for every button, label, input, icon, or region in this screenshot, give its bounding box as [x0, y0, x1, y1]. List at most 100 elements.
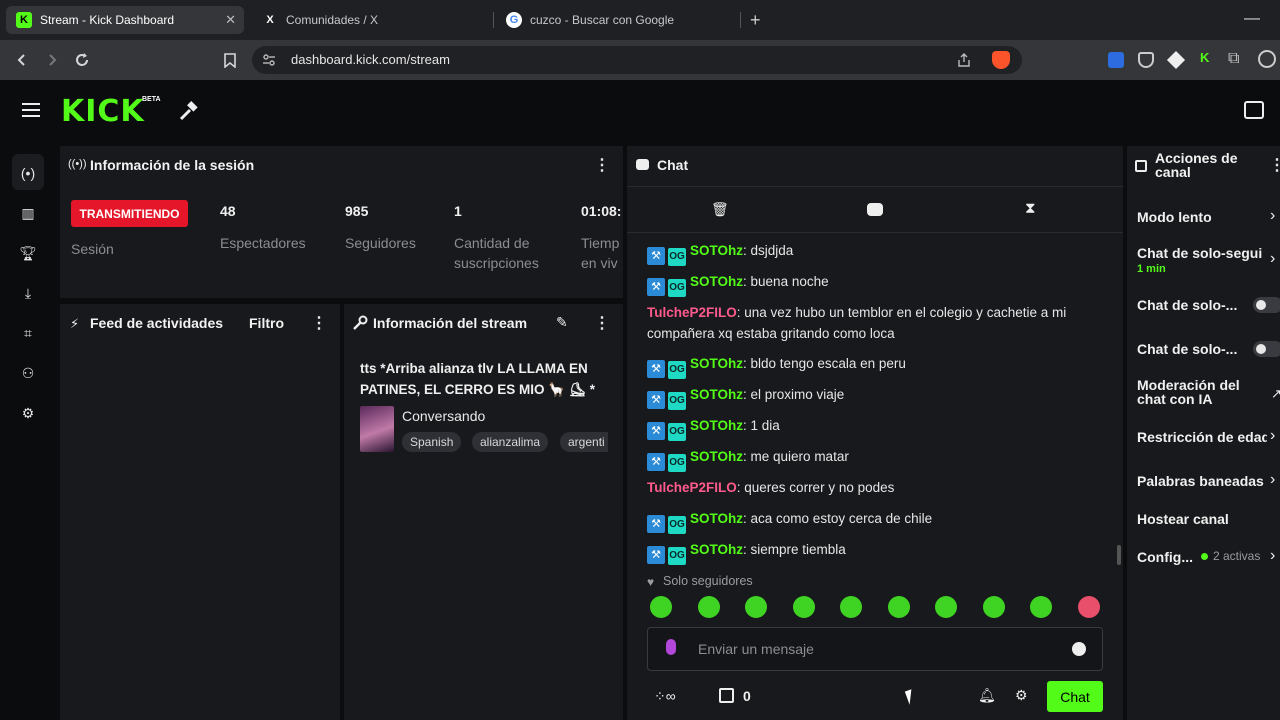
- chat-username[interactable]: SOTOhz: [690, 243, 743, 258]
- category-name[interactable]: Conversando: [402, 408, 485, 424]
- chevron-right-icon[interactable]: ›: [1270, 207, 1275, 225]
- channel-actions-title: Acciones de canal: [1155, 150, 1238, 180]
- back-arrow-icon[interactable]: [10, 48, 34, 72]
- forward-arrow-icon[interactable]: [40, 48, 64, 72]
- edit-pencil-icon[interactable]: ✎: [556, 314, 568, 331]
- filter-button[interactable]: Filtro: [249, 315, 284, 331]
- viewers-label: Espectadores: [220, 235, 306, 251]
- menu-icon[interactable]: [22, 101, 42, 119]
- send-chat-button[interactable]: Chat: [1047, 681, 1103, 712]
- tab-kick-dashboard[interactable]: K Stream - Kick Dashboard ✕: [6, 6, 244, 34]
- emote-icon[interactable]: [935, 596, 957, 618]
- hammer-icon[interactable]: [178, 100, 200, 122]
- extension-icon[interactable]: [1108, 52, 1124, 68]
- og-badge-icon: OG: [668, 248, 686, 266]
- chevron-right-icon[interactable]: ›: [1270, 471, 1275, 489]
- followers-only-action[interactable]: Chat de solo-segui: [1137, 245, 1267, 261]
- broadcast-icon[interactable]: (•): [16, 161, 40, 185]
- slow-mode-action[interactable]: Modo lento: [1137, 209, 1212, 225]
- kick-logo[interactable]: KICK: [61, 94, 145, 129]
- emote-icon[interactable]: [698, 596, 720, 618]
- chat-scrollbar[interactable]: [1117, 545, 1121, 565]
- settings-gear-icon[interactable]: ⚙: [16, 401, 40, 425]
- followers-only-label: Solo seguidores: [663, 574, 753, 588]
- emote-icon[interactable]: [745, 596, 767, 618]
- moderator-badge-icon: ⚒: [647, 278, 665, 296]
- profile-avatar-icon[interactable]: [1258, 50, 1276, 68]
- chevron-right-icon[interactable]: ›: [1270, 427, 1275, 445]
- ai-moderation-action[interactable]: Moderación del chat con IA: [1137, 378, 1257, 406]
- community-icon[interactable]: ⚇: [16, 361, 40, 385]
- category-thumbnail[interactable]: [360, 406, 394, 452]
- chat-username[interactable]: SOTOhz: [690, 449, 743, 464]
- og-badge-icon: OG: [668, 547, 686, 565]
- external-link-icon[interactable]: ↗: [1271, 386, 1280, 402]
- subs-only-toggle[interactable]: [1253, 297, 1280, 313]
- og-badge-icon: OG: [668, 361, 686, 379]
- close-tab-icon[interactable]: ✕: [225, 12, 236, 28]
- channel-points-icon[interactable]: ⁘∞: [654, 688, 676, 705]
- emote-icon[interactable]: [983, 596, 1005, 618]
- emotes-only-action[interactable]: Chat de solo-...: [1137, 341, 1237, 357]
- chat-message: ⚒ OG SOTOhz: el proximo viaje: [647, 384, 1107, 410]
- chat-username[interactable]: SOTOhz: [690, 418, 743, 433]
- emoji-picker-icon[interactable]: [1072, 642, 1086, 656]
- notification-bell-icon[interactable]: 🔔︎: [978, 687, 996, 704]
- chat-username[interactable]: SOTOhz: [690, 387, 743, 402]
- banned-words-action[interactable]: Palabras baneadas: [1137, 473, 1264, 489]
- chat-username[interactable]: SOTOhz: [690, 356, 743, 371]
- session-label: Sesión: [71, 241, 114, 257]
- tab-google-search[interactable]: G cuzco - Buscar con Google: [496, 6, 742, 34]
- new-tab-button[interactable]: +: [750, 10, 761, 31]
- microphone-icon[interactable]: [666, 639, 676, 655]
- subs-only-action[interactable]: Chat de solo-...: [1137, 297, 1237, 313]
- chevron-right-icon[interactable]: ›: [1270, 547, 1275, 565]
- tab-x-communities[interactable]: X Comunidades / X: [252, 6, 490, 34]
- emote-icon[interactable]: [888, 596, 910, 618]
- puzzle-extensions-icon[interactable]: ⧉: [1228, 50, 1239, 68]
- emote-icon[interactable]: [793, 596, 815, 618]
- kick-extension-icon[interactable]: K: [1200, 50, 1209, 65]
- chat-username[interactable]: TulcheP2FILO: [647, 480, 737, 495]
- emote-icon[interactable]: [650, 596, 672, 618]
- hourglass-icon[interactable]: ⧗: [1025, 200, 1036, 217]
- brave-shield-icon[interactable]: [992, 51, 1010, 69]
- session-more-icon[interactable]: ⋮: [594, 155, 610, 175]
- store-icon[interactable]: [1244, 101, 1264, 119]
- og-badge-icon: OG: [668, 392, 686, 410]
- config-action[interactable]: Config...: [1137, 549, 1193, 565]
- actions-more-icon[interactable]: ⋮: [1269, 155, 1280, 175]
- chat-username[interactable]: SOTOhz: [690, 542, 743, 557]
- site-settings-icon[interactable]: [262, 53, 276, 67]
- scan-icon[interactable]: ⌗: [16, 321, 40, 345]
- chevron-right-icon[interactable]: ›: [1270, 250, 1275, 268]
- emote-icon[interactable]: [1078, 596, 1100, 618]
- feed-more-icon[interactable]: ⋮: [311, 313, 327, 333]
- download-icon[interactable]: ⤓: [16, 281, 40, 305]
- message-icon[interactable]: [867, 203, 883, 216]
- reload-icon[interactable]: [70, 48, 94, 72]
- chat-username[interactable]: TulcheP2FILO: [647, 305, 737, 320]
- chat-message-text: dsjdjda: [750, 243, 794, 258]
- emotes-only-toggle[interactable]: [1253, 341, 1280, 357]
- emote-icon[interactable]: [1030, 596, 1052, 618]
- chat-message-text: aca como estoy cerca de chile: [750, 511, 933, 526]
- store-small-icon[interactable]: [719, 688, 734, 703]
- trophy-icon[interactable]: 🏆︎: [16, 241, 40, 265]
- chat-message-text: siempre tiembla: [750, 542, 846, 557]
- bookmark-icon[interactable]: [218, 48, 242, 72]
- age-restriction-action[interactable]: Restricción de edad: [1137, 429, 1267, 445]
- chat-username[interactable]: SOTOhz: [690, 511, 743, 526]
- stream-more-icon[interactable]: ⋮: [594, 313, 610, 333]
- share-icon[interactable]: [956, 52, 972, 68]
- chat-username[interactable]: SOTOhz: [690, 274, 743, 289]
- host-channel-action[interactable]: Hostear canal: [1137, 511, 1229, 527]
- shield-extension-icon[interactable]: [1138, 52, 1154, 68]
- analytics-icon[interactable]: ▥: [16, 201, 40, 225]
- points-count: 0: [743, 688, 751, 704]
- chat-message: ⚒ OG SOTOhz: buena noche: [647, 271, 1107, 297]
- emote-icon[interactable]: [840, 596, 862, 618]
- trash-icon[interactable]: 🗑︎: [711, 201, 729, 218]
- minimize-window-button[interactable]: —: [1244, 10, 1260, 28]
- chat-settings-icon[interactable]: ⚙: [1015, 687, 1028, 704]
